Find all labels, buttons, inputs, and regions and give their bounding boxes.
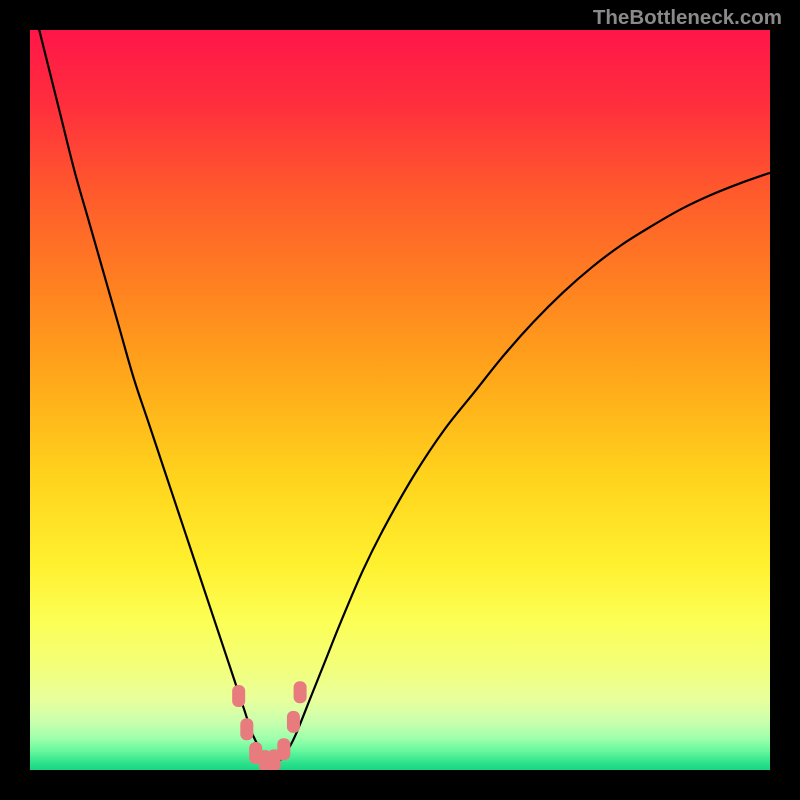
curve-marker <box>240 718 253 740</box>
watermark-text: TheBottleneck.com <box>593 6 782 30</box>
curve-markers <box>232 681 306 770</box>
curve-layer <box>30 30 770 770</box>
chart-frame: TheBottleneck.com <box>0 0 800 800</box>
plot-area <box>30 30 770 770</box>
curve-marker <box>232 685 245 707</box>
curve-marker <box>294 681 307 703</box>
curve-marker <box>287 711 300 733</box>
curve-marker <box>277 738 290 760</box>
bottleneck-curve <box>30 30 770 763</box>
